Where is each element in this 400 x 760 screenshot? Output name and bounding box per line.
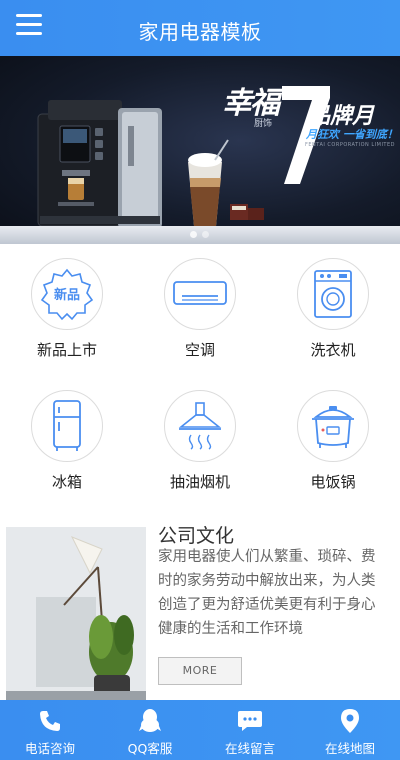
- nav-online-map[interactable]: 在线地图: [300, 700, 400, 760]
- nav-label: 在线地图: [324, 741, 375, 756]
- category-refrigerator[interactable]: 冰箱: [0, 390, 134, 492]
- banner-pager-dot[interactable]: [190, 231, 197, 238]
- category-label: 电饭锅: [310, 473, 356, 491]
- culture-title: 公司文化: [158, 525, 235, 547]
- map-pin-icon: [300, 708, 400, 734]
- category-rice-cooker[interactable]: 电饭锅: [266, 390, 400, 492]
- nav-online-message[interactable]: 在线留言: [200, 700, 300, 760]
- nav-label: QQ客服: [127, 741, 173, 756]
- banner-slogan-sub: 厨饰: [254, 119, 273, 129]
- svg-text:新品: 新品: [54, 287, 80, 303]
- category-label: 新品上市: [36, 341, 97, 359]
- banner-floor: [0, 226, 400, 244]
- message-bubble-icon: [200, 708, 300, 734]
- washing-machine-icon: [297, 258, 369, 330]
- phone-icon: [0, 708, 100, 734]
- nav-qq-service[interactable]: QQ客服: [100, 700, 200, 760]
- qq-penguin-icon: [100, 708, 200, 734]
- category-label: 抽油烟机: [169, 473, 230, 491]
- banner-slogan-blue: 月狂欢 一省到底！: [306, 128, 398, 141]
- category-label: 洗衣机: [310, 341, 356, 359]
- category-label: 冰箱: [51, 473, 82, 491]
- nav-label: 电话咨询: [24, 741, 75, 756]
- culture-photo: [6, 527, 146, 702]
- nav-label: 在线留言: [224, 741, 275, 756]
- nav-phone-consult[interactable]: 电话咨询: [0, 700, 100, 760]
- air-conditioner-icon: [164, 258, 236, 330]
- category-washing-machine[interactable]: 洗衣机: [266, 258, 400, 360]
- category-label: 空调: [184, 341, 215, 359]
- category-new-products[interactable]: 新品 新品上市: [0, 258, 134, 360]
- refrigerator-icon: [31, 390, 103, 462]
- new-badge-icon: 新品: [31, 258, 103, 330]
- page-title: 家用电器模板: [138, 20, 262, 44]
- culture-description: 家用电器使人们从繁重、琐碎、费时的家务劳动中解放出来，为人类创造了更为舒适优美更…: [158, 549, 376, 637]
- banner-corp-name: FENTAI CORPORATION LIMITED: [305, 142, 395, 148]
- banner-pager-dot[interactable]: [202, 231, 209, 238]
- bottom-navigation: 电话咨询 QQ客服 在线留言 在线地图: [0, 700, 400, 760]
- promo-banner[interactable]: 幸福 厨饰 品牌月 月狂欢 一省到底！ FENTAI CORPORATION L…: [0, 56, 400, 244]
- rice-cooker-icon: [297, 390, 369, 462]
- more-button[interactable]: MORE: [158, 657, 242, 685]
- category-range-hood[interactable]: 抽油烟机: [133, 390, 267, 492]
- category-air-conditioner[interactable]: 空调: [133, 258, 267, 360]
- range-hood-icon: [164, 390, 236, 462]
- coffee-machine-illustration: [37, 86, 330, 228]
- top-header: 家用电器模板: [0, 0, 400, 56]
